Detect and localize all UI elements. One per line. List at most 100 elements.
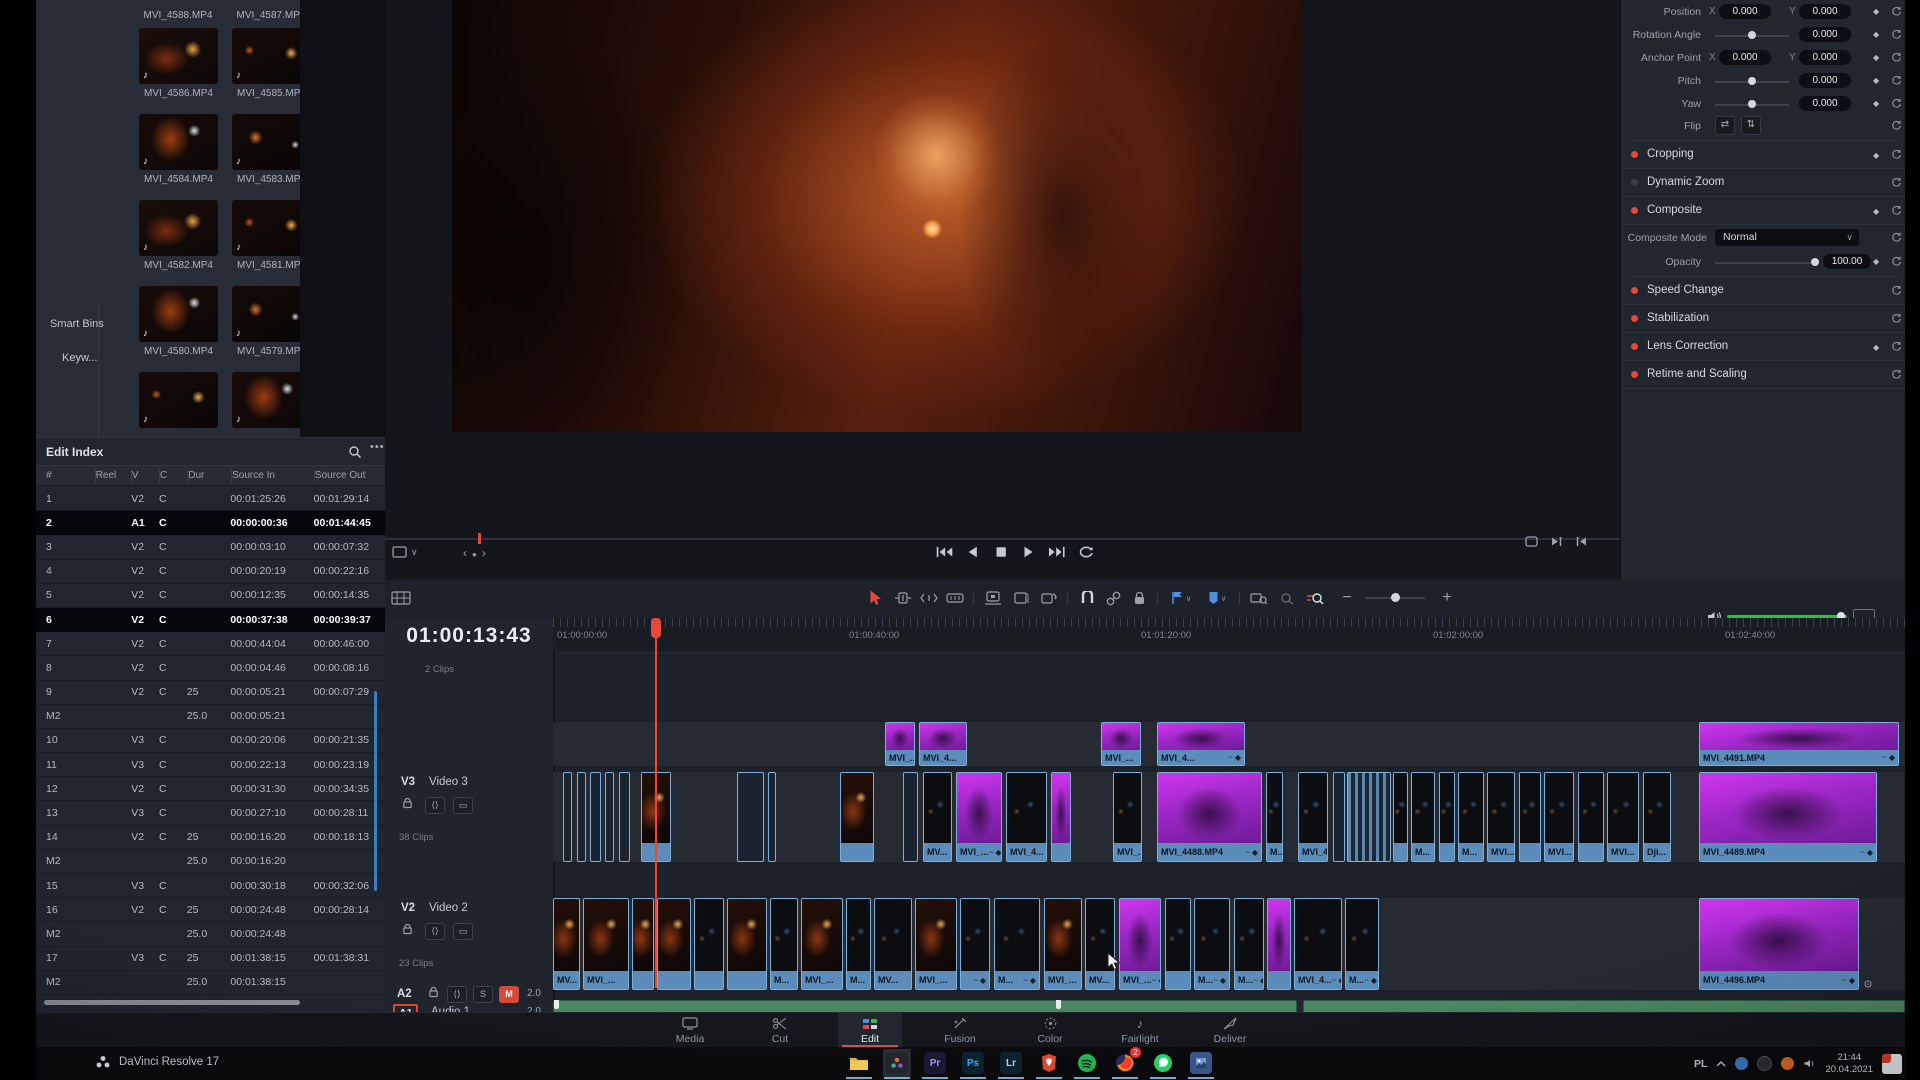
timeline-clip[interactable]: Dji...~ ◆: [1643, 772, 1671, 862]
timeline-view-options-icon[interactable]: [391, 589, 411, 607]
timeline-clip[interactable]: MV...~ ◆: [923, 772, 952, 862]
match-frame-prev-icon[interactable]: [1575, 536, 1587, 547]
keyframe-icon[interactable]: ◆: [1873, 151, 1879, 160]
tray-app-icon[interactable]: [1735, 1057, 1748, 1070]
table-row[interactable]: 7 V2 C 00:00:44:04 00:00:46:00: [36, 632, 385, 656]
match-frame-next-icon[interactable]: [1551, 536, 1563, 547]
timeline-clip[interactable]: MVI_4...~ ◆: [919, 722, 967, 766]
timeline-clip[interactable]: ~ ◆: [605, 772, 614, 862]
page-tab-deliver[interactable]: Deliver: [1198, 1013, 1262, 1048]
selection-tool[interactable]: [865, 589, 885, 607]
yaw-field[interactable]: 0.000: [1799, 96, 1851, 111]
reset-icon[interactable]: [1891, 29, 1902, 40]
dynamic-trim-mode-icon[interactable]: [919, 589, 939, 607]
taskbar-icon-resolve[interactable]: [883, 1049, 911, 1077]
inspector-section[interactable]: Stabilization ◆: [1621, 305, 1906, 333]
table-row[interactable]: 1 V2 C 00:01:25:26 00:01:29:14: [36, 487, 385, 511]
timeline-clip[interactable]: ~ ◆: [577, 772, 586, 862]
timeline-ruler[interactable]: 01:00:00:0001:00:40:0001:01:20:0001:02:0…: [553, 618, 1905, 653]
timeline-clip[interactable]: ~ ◆: [694, 898, 724, 990]
audio-marker[interactable]: [1056, 1000, 1061, 1009]
zoom-out-button[interactable]: −: [1337, 589, 1357, 607]
page-tab-edit[interactable]: Edit: [838, 1013, 902, 1048]
taskbar-icon-photoshop[interactable]: Ps: [959, 1049, 987, 1077]
table-row[interactable]: 11 V3 C 00:00:22:13 00:00:23:19: [36, 753, 385, 777]
tray-app-icon[interactable]: [1757, 1056, 1772, 1071]
table-row[interactable]: 8 V2 C 00:00:04:46 00:00:08:16: [36, 656, 385, 680]
table-row[interactable]: 13 V3 C 00:00:27:10 00:00:28:11: [36, 801, 385, 825]
table-row[interactable]: 5 V2 C 00:00:12:35 00:00:14:35: [36, 584, 385, 608]
replace-clip-icon[interactable]: [1039, 589, 1059, 607]
table-row[interactable]: 10 V3 C 00:00:20:06 00:00:21:35: [36, 729, 385, 753]
position-y-field[interactable]: 0.000: [1799, 4, 1851, 19]
flag-button[interactable]: ∨: [1167, 589, 1195, 607]
audio-clip[interactable]: AVEIRA---Inferno.wav: [1303, 1000, 1905, 1012]
media-clip[interactable]: ♪ MVI_4582.MP4: [132, 200, 225, 286]
table-row[interactable]: M2 25.0 00:00:16:20: [36, 850, 385, 874]
home-icon[interactable]: ⌂: [1832, 978, 1839, 990]
page-tab-fusion[interactable]: Fusion: [928, 1013, 992, 1048]
linked-selection-icon[interactable]: [1103, 589, 1123, 607]
table-row[interactable]: 4 V2 C 00:00:20:19 00:00:22:16: [36, 560, 385, 584]
tray-clock[interactable]: 21:44 20.04.2021: [1825, 1052, 1873, 1076]
keyframe-icon[interactable]: ◆: [1873, 76, 1879, 85]
viewer-mode-dropdown[interactable]: ∨: [392, 546, 418, 558]
inspector-section[interactable]: Lens Correction ◆: [1621, 333, 1906, 361]
vertical-scrollbar[interactable]: [374, 691, 377, 891]
inspector-section[interactable]: Speed Change ◆: [1621, 277, 1906, 305]
timeline-clip[interactable]: ~ ◆: [1051, 772, 1071, 862]
table-row[interactable]: 3 V2 C 00:00:03:10 00:00:07:32: [36, 535, 385, 559]
timeline-clip[interactable]: ~ ◆: [590, 772, 601, 862]
position-lock-icon[interactable]: [1129, 589, 1149, 607]
taskbar-icon-firefox[interactable]: 2: [1111, 1049, 1139, 1077]
insert-clip-icon[interactable]: [983, 589, 1003, 607]
overwrite-clip-icon[interactable]: [1011, 589, 1031, 607]
track-lock-icon[interactable]: [397, 794, 417, 812]
timeline-clip[interactable]: MVI_...~ ◆: [885, 722, 915, 766]
inspector-section[interactable]: Composite ◆: [1621, 197, 1906, 225]
table-row[interactable]: 9 V2 C 25 00:00:05:21 00:00:07:29: [36, 681, 385, 705]
page-tab-cut[interactable]: Cut: [748, 1013, 812, 1048]
table-row[interactable]: 15 V3 C 00:00:30:18 00:00:32:06: [36, 874, 385, 898]
notification-center-icon[interactable]: [1882, 1054, 1902, 1074]
reset-icon[interactable]: [1891, 313, 1902, 324]
timeline-clip[interactable]: M...~ ◆: [1234, 898, 1264, 990]
play-reverse-button[interactable]: [963, 545, 981, 559]
section-enable-toggle[interactable]: [1631, 315, 1638, 322]
timeline-clip[interactable]: M...~ ◆: [1266, 772, 1283, 862]
gang-controls[interactable]: ‹●›: [463, 546, 491, 560]
timeline-clip[interactable]: ~ ◆: [632, 898, 654, 990]
first-frame-button[interactable]: [935, 545, 953, 559]
taskbar-icon-spotify[interactable]: [1073, 1049, 1101, 1077]
timeline-clip[interactable]: ~ ◆: [1578, 772, 1604, 862]
sidebar-item-keywords[interactable]: Keyw...: [62, 352, 97, 364]
media-clip[interactable]: ♪: [132, 372, 225, 437]
timeline-clip[interactable]: MVI_4491.MP4~ ◆: [1699, 722, 1899, 766]
timeline-clip[interactable]: ~ ◆: [1519, 772, 1541, 862]
blade-edit-mode-icon[interactable]: [945, 589, 965, 607]
section-enable-toggle[interactable]: [1631, 179, 1638, 186]
track-id-a2[interactable]: A2: [397, 988, 412, 1000]
column-header[interactable]: C: [159, 470, 187, 482]
timeline-clip[interactable]: ~ ◆: [1333, 772, 1345, 862]
rotation-field[interactable]: 0.000: [1799, 27, 1851, 42]
auto-select-icon[interactable]: ⟨⟩: [425, 797, 445, 814]
stop-button[interactable]: [992, 545, 1010, 559]
timeline-clip[interactable]: MVI_...~ ◆: [583, 898, 629, 990]
track-id-v3[interactable]: V3: [401, 776, 415, 788]
flip-vertical-button[interactable]: ⇅: [1741, 116, 1761, 135]
timeline-clip[interactable]: MV...~ ◆: [874, 898, 912, 990]
reset-icon[interactable]: [1891, 369, 1902, 380]
flip-horizontal-button[interactable]: ⇄: [1715, 116, 1735, 135]
timeline-clip[interactable]: ~ ◆: [727, 898, 767, 990]
page-tab-color[interactable]: Color: [1018, 1013, 1082, 1048]
timeline-clip[interactable]: MV...~ ◆: [1085, 898, 1115, 990]
timeline-clip[interactable]: M...~ ◆: [1345, 898, 1379, 990]
page-tab-fairlight[interactable]: ♪ Fairlight: [1108, 1013, 1172, 1048]
opacity-slider[interactable]: [1715, 262, 1815, 264]
reset-icon[interactable]: [1891, 120, 1902, 131]
page-tab-media[interactable]: Media: [658, 1013, 722, 1048]
timeline-clip[interactable]: M...~ ◆: [846, 898, 871, 990]
search-icon[interactable]: [348, 445, 362, 459]
keyframe-icon[interactable]: ◆: [1873, 7, 1879, 16]
